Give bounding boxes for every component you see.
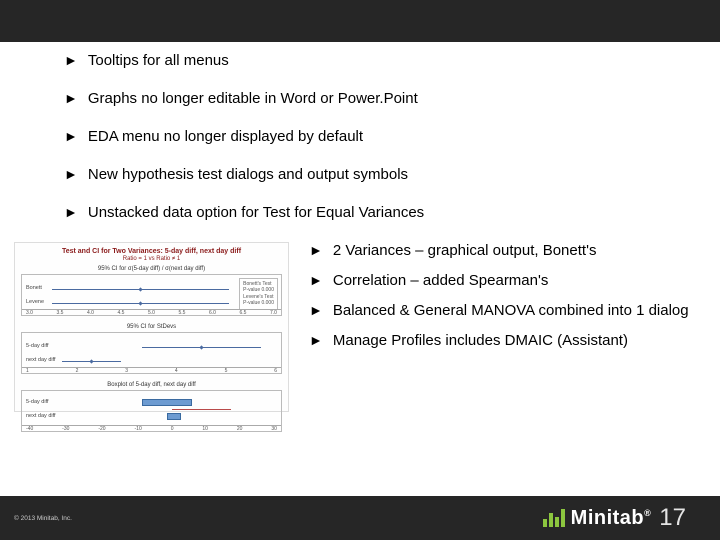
panel1: Bonett's Test P-value 0.000 Levene's Tes… bbox=[21, 274, 282, 316]
bullet-marker-icon: ► bbox=[64, 52, 78, 69]
bullet-text: Tooltips for all menus bbox=[88, 52, 229, 70]
side-bullets: ► 2 Variances – graphical output, Bonett… bbox=[309, 242, 720, 412]
bullet-item: ► Balanced & General MANOVA combined int… bbox=[309, 302, 720, 320]
bullet-item: ► Unstacked data option for Test for Equ… bbox=[64, 204, 720, 222]
bullet-item: ► 2 Variances – graphical output, Bonett… bbox=[309, 242, 720, 260]
logo-bars-icon bbox=[543, 509, 565, 527]
bullet-marker-icon: ► bbox=[309, 272, 323, 289]
panel1-label: 95% CI for σ(5-day diff) / σ(next day di… bbox=[21, 266, 282, 272]
bullet-marker-icon: ► bbox=[309, 242, 323, 259]
bullet-text: EDA menu no longer displayed by default bbox=[88, 128, 363, 146]
bullet-marker-icon: ► bbox=[309, 302, 323, 319]
axis-ticks: -40-30-20-100102030 bbox=[22, 425, 281, 432]
bullet-item: ► EDA menu no longer displayed by defaul… bbox=[64, 128, 720, 146]
row-label: next day diff bbox=[26, 413, 56, 419]
axis-ticks: 123456 bbox=[22, 367, 281, 374]
bullet-item: ► Tooltips for all menus bbox=[64, 52, 720, 70]
bullet-item: ► Correlation – added Spearman's bbox=[309, 272, 720, 290]
bullet-marker-icon: ► bbox=[64, 128, 78, 145]
panel3: 5-day diff next day diff -40-30-20-10010… bbox=[21, 390, 282, 432]
axis-ticks: 3.03.54.04.55.05.56.06.57.0 bbox=[22, 309, 281, 316]
bullet-marker-icon: ► bbox=[64, 204, 78, 221]
brand-logo: Minitab® 17 bbox=[543, 504, 686, 532]
legend-row: P-value 0.000 bbox=[243, 287, 274, 294]
variance-chart: Test and CI for Two Variances: 5-day dif… bbox=[14, 242, 289, 412]
bullet-text: 2 Variances – graphical output, Bonett's bbox=[333, 242, 597, 260]
chart-title: Test and CI for Two Variances: 5-day dif… bbox=[21, 248, 282, 256]
brand-name: Minitab® bbox=[571, 507, 652, 530]
chart-subtitle: Ratio = 1 vs Ratio ≠ 1 bbox=[21, 256, 282, 262]
slide-content: ► Tooltips for all menus ► Graphs no lon… bbox=[0, 42, 720, 412]
copyright-text: © 2013 Minitab, Inc. bbox=[14, 515, 72, 522]
bullet-text: Balanced & General MANOVA combined into … bbox=[333, 302, 689, 320]
panel2: 5-day diff next day diff 123456 bbox=[21, 332, 282, 374]
brand-version: 17 bbox=[659, 504, 686, 532]
lower-row: Test and CI for Two Variances: 5-day dif… bbox=[64, 242, 720, 412]
bullet-text: Manage Profiles includes DMAIC (Assistan… bbox=[333, 332, 628, 350]
row-label: next day diff bbox=[26, 357, 56, 363]
bullet-marker-icon: ► bbox=[64, 90, 78, 107]
bullet-text: Unstacked data option for Test for Equal… bbox=[88, 204, 424, 222]
row-label: Levene bbox=[26, 299, 44, 305]
bullet-text: Correlation – added Spearman's bbox=[333, 272, 549, 290]
footer-bar: © 2013 Minitab, Inc. Minitab® 17 bbox=[0, 496, 720, 540]
bullet-text: New hypothesis test dialogs and output s… bbox=[88, 166, 408, 184]
legend-row: P-value 0.000 bbox=[243, 300, 274, 307]
row-label: 5-day diff bbox=[26, 343, 49, 349]
row-label: 5-day diff bbox=[26, 399, 49, 405]
bullet-item: ► Manage Profiles includes DMAIC (Assist… bbox=[309, 332, 720, 350]
bullet-item: ► Graphs no longer editable in Word or P… bbox=[64, 90, 720, 108]
bullet-marker-icon: ► bbox=[309, 332, 323, 349]
bullet-text: Graphs no longer editable in Word or Pow… bbox=[88, 90, 418, 108]
top-bar bbox=[0, 0, 720, 42]
panel2-label: 95% CI for StDevs bbox=[21, 324, 282, 330]
row-label: Bonett bbox=[26, 285, 42, 291]
bullet-item: ► New hypothesis test dialogs and output… bbox=[64, 166, 720, 184]
bullet-marker-icon: ► bbox=[64, 166, 78, 183]
chart-legend: Bonett's Test P-value 0.000 Levene's Tes… bbox=[239, 278, 278, 310]
panel3-label: Boxplot of 5-day diff, next day diff bbox=[21, 382, 282, 388]
